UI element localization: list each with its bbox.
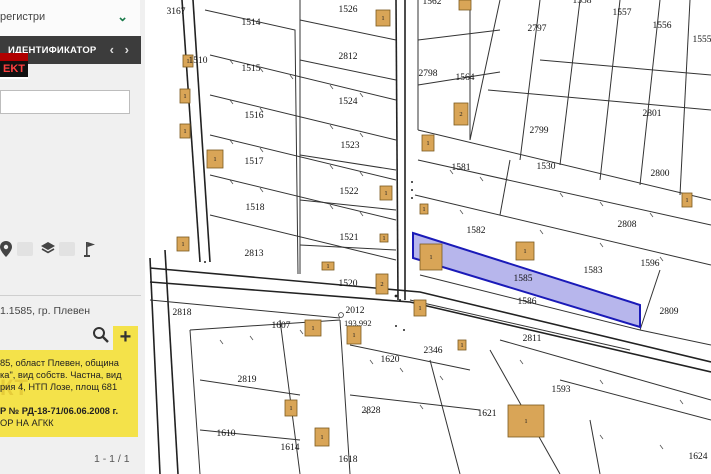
svg-text:1557: 1557 <box>613 8 632 18</box>
svg-text:1: 1 <box>352 332 355 339</box>
location-pin-icon[interactable] <box>0 241 12 260</box>
svg-text:1: 1 <box>289 405 292 412</box>
svg-text:1: 1 <box>381 15 384 22</box>
svg-text:2800: 2800 <box>651 169 670 179</box>
svg-text:2819: 2819 <box>238 375 257 385</box>
svg-text:1: 1 <box>384 190 387 197</box>
registry-select[interactable]: регистри ⌄ <box>0 0 140 37</box>
svg-text:3167: 3167 <box>167 7 186 17</box>
svg-text:2: 2 <box>380 281 383 288</box>
svg-text:1: 1 <box>426 140 429 147</box>
logo-text: EKT <box>0 61 28 77</box>
svg-text:1624: 1624 <box>689 452 708 462</box>
map-toolbar <box>0 238 140 262</box>
svg-text:2798: 2798 <box>419 69 438 79</box>
svg-text:1: 1 <box>524 418 527 425</box>
svg-text:1564: 1564 <box>456 73 475 83</box>
svg-text:1: 1 <box>183 93 186 100</box>
svg-text:1585: 1585 <box>514 274 533 284</box>
svg-text:1: 1 <box>418 305 421 312</box>
svg-text:1: 1 <box>422 206 425 213</box>
parcel-info-box: КТ 85, област Плевен, община ка", вид со… <box>0 350 138 437</box>
svg-text:2812: 2812 <box>339 52 358 62</box>
previous-icon[interactable]: ‹ <box>110 42 114 57</box>
svg-text:1555: 1555 <box>693 35 711 45</box>
svg-text:2809: 2809 <box>660 307 679 317</box>
svg-text:2012: 2012 <box>346 306 365 316</box>
svg-text:1521: 1521 <box>340 233 359 243</box>
svg-text:1618: 1618 <box>339 455 358 465</box>
cadastral-map[interactable]: 1 1 1 2 1 1 1 1 1 1 1 1 1 1 1 2 1 1 1 1 … <box>145 0 711 474</box>
svg-text:1514: 1514 <box>242 18 261 28</box>
blank-toggle-button[interactable] <box>59 242 75 256</box>
info-line: рия 4, НТП Лозе, площ 681 <box>0 382 118 392</box>
svg-text:1: 1 <box>311 325 314 332</box>
agency-logo: EKT <box>0 53 28 79</box>
svg-text:1: 1 <box>181 241 184 248</box>
svg-text:2813: 2813 <box>245 249 264 259</box>
svg-text:1: 1 <box>183 128 186 135</box>
divider <box>0 295 141 296</box>
svg-text:1517: 1517 <box>245 157 264 167</box>
svg-text:1610: 1610 <box>217 429 236 439</box>
svg-text:1558: 1558 <box>573 0 592 6</box>
svg-text:1516: 1516 <box>245 111 264 121</box>
flag-icon[interactable] <box>84 241 96 260</box>
elevation-label: 193.992 <box>344 318 372 328</box>
add-button[interactable]: + <box>113 326 138 350</box>
svg-text:1522: 1522 <box>340 187 359 197</box>
blank-toggle-button[interactable] <box>17 242 33 256</box>
info-line: ка", вид собств. Частна, вид <box>0 370 122 380</box>
result-pager: 1 - 1 / 1 <box>94 453 130 465</box>
svg-text:2: 2 <box>459 111 462 118</box>
registry-select-label: регистри <box>0 11 46 23</box>
svg-text:2811: 2811 <box>523 334 542 344</box>
info-line: ОР НА АГКК <box>0 418 54 428</box>
svg-text:1621: 1621 <box>478 409 497 419</box>
svg-text:1586: 1586 <box>518 297 537 307</box>
svg-text:2801: 2801 <box>643 109 662 119</box>
svg-text:1: 1 <box>382 235 385 242</box>
svg-text:1562: 1562 <box>423 0 442 7</box>
sidebar-panel: регистри ⌄ ИДЕНТИФИКАТОР ‹ › EKT 1.1585,… <box>0 0 146 474</box>
svg-text:1607: 1607 <box>272 321 291 331</box>
svg-text:1526: 1526 <box>339 5 358 15</box>
svg-text:1596: 1596 <box>641 259 660 269</box>
svg-text:1614: 1614 <box>281 443 300 453</box>
svg-text:1520: 1520 <box>339 279 358 289</box>
svg-text:1: 1 <box>523 248 526 255</box>
layers-icon[interactable] <box>40 241 56 258</box>
parcel-reference: 1.1585, гр. Плевен <box>0 305 91 317</box>
svg-text:1524: 1524 <box>339 97 358 107</box>
next-icon[interactable]: › <box>125 42 129 57</box>
svg-text:2346: 2346 <box>424 346 443 356</box>
svg-text:1510: 1510 <box>189 56 208 66</box>
svg-text:1556: 1556 <box>653 21 672 31</box>
svg-text:1583: 1583 <box>584 266 603 276</box>
svg-text:2808: 2808 <box>618 220 637 230</box>
info-line: Р № РД-18-71/06.06.2008 г. <box>0 406 119 416</box>
svg-text:2799: 2799 <box>530 126 549 136</box>
svg-text:1: 1 <box>213 156 216 163</box>
search-input[interactable] <box>0 90 130 114</box>
svg-text:2797: 2797 <box>528 24 547 34</box>
svg-text:1582: 1582 <box>467 226 486 236</box>
svg-text:1581: 1581 <box>452 163 471 173</box>
svg-text:1593: 1593 <box>552 385 571 395</box>
svg-text:2828: 2828 <box>362 406 381 416</box>
search-icon[interactable] <box>89 326 113 350</box>
svg-text:1530: 1530 <box>537 162 556 172</box>
svg-text:1620: 1620 <box>381 355 400 365</box>
svg-text:1523: 1523 <box>341 141 360 151</box>
info-line: 85, област Плевен, община <box>0 358 119 368</box>
svg-text:1515: 1515 <box>242 64 261 74</box>
svg-text:1: 1 <box>429 254 432 261</box>
svg-text:2818: 2818 <box>173 308 192 318</box>
svg-text:1: 1 <box>685 197 688 204</box>
svg-text:1518: 1518 <box>246 203 265 213</box>
chevron-down-icon[interactable]: ⌄ <box>117 9 128 25</box>
svg-text:1: 1 <box>460 342 463 349</box>
svg-text:1: 1 <box>320 434 323 441</box>
svg-text:1: 1 <box>326 263 329 270</box>
